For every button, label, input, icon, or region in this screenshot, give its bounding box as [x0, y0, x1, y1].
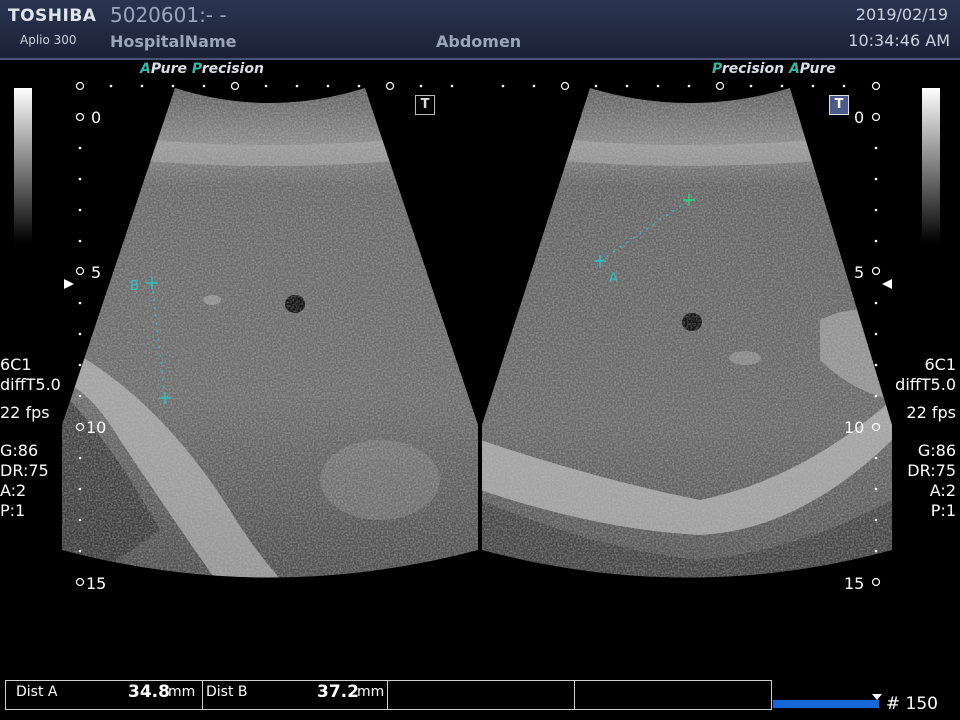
top-scale-left	[75, 81, 395, 91]
empty-cell-1	[388, 681, 575, 709]
depth-label-5-left: 5	[91, 263, 102, 282]
brand-logo: TOSHIBA	[8, 6, 97, 26]
depth-label-5-right: 5	[854, 263, 865, 282]
left-ultrasound-sector	[62, 88, 478, 578]
grayscale-bar-right	[922, 88, 940, 243]
top-scale-right	[560, 81, 881, 91]
cine-progress-bar[interactable]	[773, 700, 879, 708]
left-image-tag: APure Precision	[140, 61, 264, 77]
left-image-marker[interactable]: T	[415, 95, 435, 115]
cine-progress-fill	[773, 700, 879, 708]
dist-b-unit: mm	[357, 684, 385, 700]
depth-label-10-left: 10	[86, 418, 107, 437]
top-scale-dots-right	[501, 84, 846, 88]
gain-value: G:86	[0, 441, 39, 460]
hospital-name: HospitalName	[110, 32, 237, 51]
ultrasound-image-area[interactable]	[0, 60, 960, 620]
focus-marker-left[interactable]	[64, 279, 74, 289]
grayscale-bar-left	[14, 88, 32, 243]
dist-b-label: Dist B	[206, 684, 248, 700]
imaging-mode: diffT5.0	[0, 375, 61, 394]
gain-value: G:86	[917, 441, 956, 460]
dynamic-range: DR:75	[907, 461, 956, 480]
left-params-panel: 6C1 diffT5.0 22 fps G:86 DR:75 A:2 P:1	[0, 355, 61, 521]
model-name: Aplio 300	[20, 33, 77, 47]
a-value: A:2	[929, 481, 956, 500]
header-bar: TOSHIBA Aplio 300 5020601:- - HospitalNa…	[0, 0, 960, 60]
frame-rate: 22 fps	[906, 403, 956, 422]
right-ultrasound-sector	[482, 88, 892, 578]
depth-label-10-right: 10	[844, 418, 865, 437]
p-value: P:1	[0, 501, 26, 520]
dist-a-value: 34.8	[128, 682, 170, 702]
exam-type: Abdomen	[436, 32, 522, 51]
depth-label-15-left: 15	[86, 574, 107, 593]
dist-a-label: Dist A	[16, 684, 58, 700]
depth-label-0-right: 0	[854, 108, 865, 127]
caliper-a-label: A	[609, 271, 618, 286]
frame-number: # 150	[885, 694, 938, 714]
exam-date: 2019/02/19	[855, 5, 948, 24]
probe-name: 6C1	[0, 355, 32, 374]
cine-position-marker[interactable]	[872, 694, 882, 700]
dist-a-unit: mm	[168, 684, 196, 700]
dist-b-cell: Dist B 37.2 mm	[203, 681, 388, 709]
patient-id: 5020601:- -	[110, 3, 227, 27]
exam-time: 10:34:46 AM	[848, 31, 950, 50]
p-value: P:1	[930, 501, 956, 520]
top-scale-dots-left	[109, 84, 454, 88]
depth-label-15-right: 15	[844, 574, 865, 593]
a-value: A:2	[0, 481, 27, 500]
frame-rate: 22 fps	[0, 403, 50, 422]
right-image-marker[interactable]: T	[829, 95, 849, 115]
focus-marker-right[interactable]	[882, 279, 892, 289]
dist-b-value: 37.2	[317, 682, 359, 702]
dist-a-cell: Dist A 34.8 mm	[6, 681, 203, 709]
depth-label-0-left: 0	[91, 108, 102, 127]
dynamic-range: DR:75	[0, 461, 49, 480]
right-image-tag: Precision APure	[712, 61, 836, 77]
right-params-panel: 6C1 diffT5.0 22 fps G:86 DR:75 A:2 P:1	[895, 355, 956, 521]
measurement-results-bar: Dist A 34.8 mm Dist B 37.2 mm	[5, 680, 772, 710]
imaging-mode: diffT5.0	[895, 375, 956, 394]
probe-name: 6C1	[924, 355, 956, 374]
caliper-b-label: B	[130, 279, 139, 294]
